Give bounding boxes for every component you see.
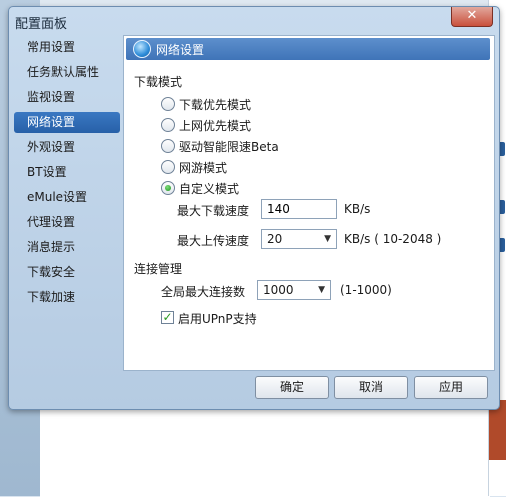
apply-button[interactable]: 应用 (414, 376, 488, 399)
nav-item-proxy[interactable]: 代理设置 (14, 212, 120, 233)
radio-button-checked[interactable] (161, 181, 175, 195)
max-download-input[interactable] (261, 199, 337, 219)
max-download-unit: KB/s (344, 202, 371, 216)
radio-button[interactable] (161, 160, 175, 174)
upnp-label: 启用UPnP支持 (178, 312, 257, 326)
radio-browse-priority[interactable]: 上网优先模式 (161, 116, 251, 134)
radio-button[interactable] (161, 97, 175, 111)
chevron-down-icon: ▼ (318, 285, 325, 295)
max-upload-select[interactable]: 20 ▼ (261, 229, 337, 249)
nav-item-download-security[interactable]: 下载安全 (14, 262, 120, 283)
max-upload-label: 最大上传速度 (177, 234, 250, 248)
settings-nav: 常用设置 任务默认属性 监视设置 网络设置 外观设置 BT设置 eMule设置 … (14, 35, 122, 369)
nav-item-download-acceleration[interactable]: 下载加速 (14, 287, 120, 308)
close-button[interactable]: ✕ (451, 7, 493, 27)
upnp-checkbox[interactable]: ✓ (161, 311, 174, 324)
settings-panel: 网络设置 下载模式 下载优先模式 上网优先模式 驱动智能限速Beta 网游模式 … (123, 35, 495, 371)
title-bar[interactable]: 配置面板 ✕ (9, 7, 499, 33)
check-icon: ✓ (162, 310, 173, 324)
radio-gaming-mode[interactable]: 网游模式 (161, 158, 227, 176)
panel-title: 网络设置 (156, 43, 205, 57)
dialog-title: 配置面板 (15, 17, 68, 32)
nav-item-monitor[interactable]: 监视设置 (14, 87, 120, 108)
nav-item-task-defaults[interactable]: 任务默认属性 (14, 62, 120, 83)
radio-label: 驱动智能限速Beta (179, 139, 279, 154)
download-mode-heading: 下载模式 (134, 75, 183, 89)
chevron-down-icon: ▼ (324, 234, 331, 244)
background-content-area (40, 405, 490, 497)
nav-item-notifications[interactable]: 消息提示 (14, 237, 120, 258)
radio-button[interactable] (161, 139, 175, 153)
close-icon: ✕ (466, 8, 478, 23)
ok-button[interactable]: 确定 (255, 376, 329, 399)
radio-custom-mode[interactable]: 自定义模式 (161, 179, 239, 197)
radio-label: 上网优先模式 (179, 118, 252, 133)
nav-item-emule[interactable]: eMule设置 (14, 187, 120, 208)
nav-item-network[interactable]: 网络设置 (14, 112, 120, 133)
radio-label: 下载优先模式 (179, 97, 252, 112)
radio-label: 自定义模式 (179, 181, 240, 196)
max-connections-value: 1000 (263, 283, 294, 297)
max-upload-value: 20 (267, 232, 283, 246)
nav-item-common[interactable]: 常用设置 (14, 37, 120, 58)
nav-item-bt[interactable]: BT设置 (14, 162, 120, 183)
nav-item-appearance[interactable]: 外观设置 (14, 137, 120, 158)
connection-heading: 连接管理 (134, 262, 183, 276)
max-connections-label: 全局最大连接数 (161, 285, 246, 299)
max-connections-select[interactable]: 1000 ▼ (257, 280, 331, 300)
radio-button[interactable] (161, 118, 175, 132)
config-dialog: 配置面板 ✕ 常用设置 任务默认属性 监视设置 网络设置 外观设置 BT设置 e… (8, 6, 500, 410)
cancel-button[interactable]: 取消 (334, 376, 408, 399)
panel-header: 网络设置 (126, 38, 490, 60)
radio-smart-throttle[interactable]: 驱动智能限速Beta (161, 137, 279, 155)
radio-label: 网游模式 (179, 160, 228, 175)
max-connections-range: (1-1000) (340, 283, 392, 297)
max-download-label: 最大下载速度 (177, 204, 250, 218)
radio-download-priority[interactable]: 下载优先模式 (161, 95, 251, 113)
max-upload-unit: KB/s ( 10-2048 ) (344, 232, 442, 246)
globe-icon (133, 40, 151, 58)
